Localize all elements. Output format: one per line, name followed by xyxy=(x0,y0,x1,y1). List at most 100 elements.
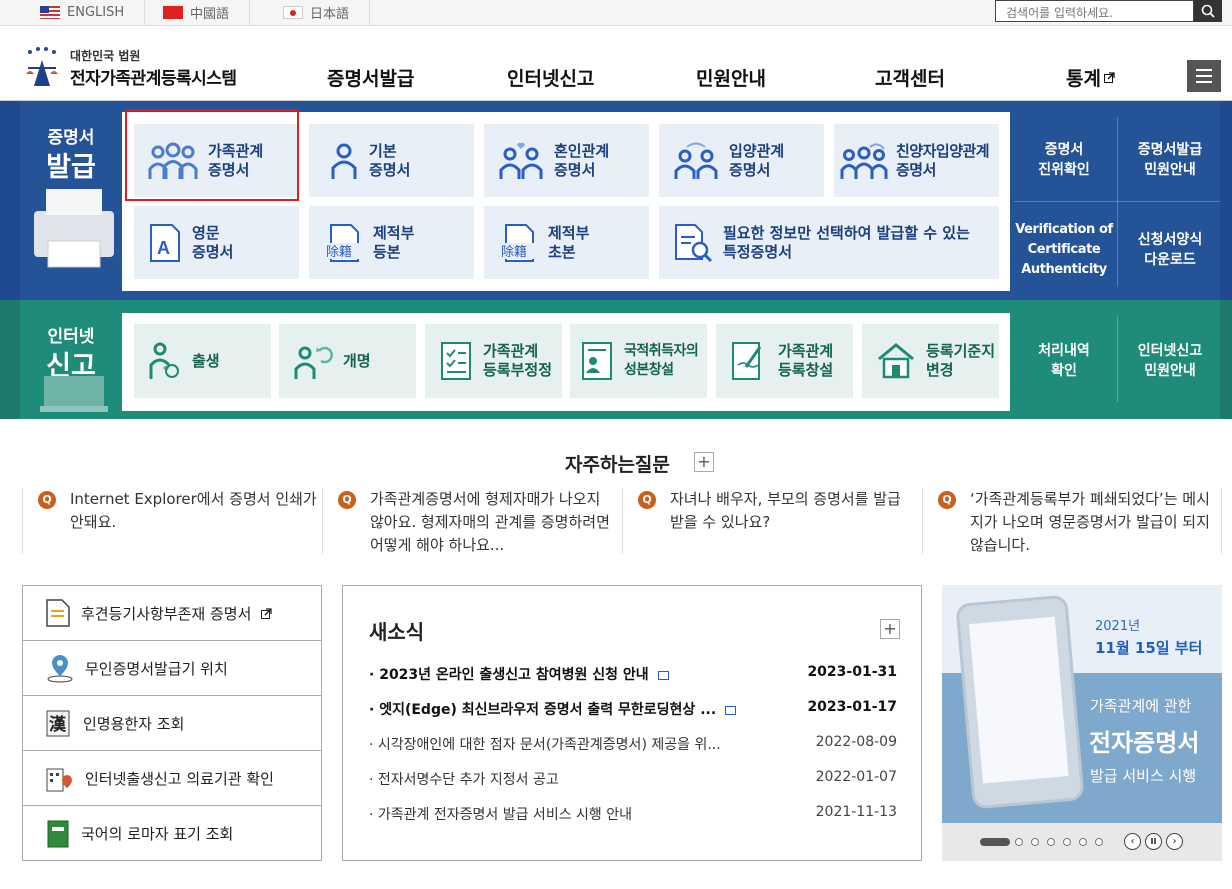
quick-link-label: 인터넷출생신고 의료기관 확인 xyxy=(85,769,274,788)
lang-english[interactable]: ENGLISH xyxy=(20,0,146,25)
tile-removed-register-copy[interactable]: 除籍 제적부 등본 xyxy=(309,206,474,279)
quick-link-romanization[interactable]: 국어의 로마자 표기 조회 xyxy=(23,806,321,861)
tile-birth[interactable]: 출생 xyxy=(134,324,271,398)
news-item[interactable]: · 2023년 온라인 출생신고 참여병원 신청 안내 2023-01-31 xyxy=(369,664,897,684)
news-item[interactable]: · 시각장애인에 대한 점자 문서(가족관계증명서) 제공을 위... 2022… xyxy=(369,734,897,754)
form-download-link[interactable]: 신청서양식 다운로드 xyxy=(1122,215,1218,285)
faq-more-button[interactable]: + xyxy=(694,452,714,472)
news-item-title: · 전자서명수단 추가 지정서 공고 xyxy=(369,772,559,788)
faq-item[interactable]: Q Internet Explorer에서 증명서 인쇄가 안돼요. xyxy=(38,488,318,534)
tile-register-creation[interactable]: 가족관계 등록창설 xyxy=(716,324,853,398)
tile-full-adoption-cert[interactable]: 친양자입양관계 증명서 xyxy=(834,124,999,197)
tile-label: 친양자입양관계 증명서 xyxy=(896,141,990,179)
gnb-cert[interactable]: 증명서발급 xyxy=(327,64,414,91)
tile-basic-cert[interactable]: 기본 증명서 xyxy=(309,124,474,197)
tile-naturalized-surname[interactable]: 국적취득자의 성본창설 xyxy=(570,324,707,398)
news-item-date: 2023-01-17 xyxy=(807,699,897,715)
tile-removed-register-extract[interactable]: 除籍 제적부 초본 xyxy=(484,206,649,279)
person-icon xyxy=(331,143,357,179)
lang-label: 日本語 xyxy=(310,7,350,22)
banner-line3: 발급 서비스 시행 xyxy=(1090,767,1197,785)
cert-civil-guide-link[interactable]: 증명서발급 민원안내 xyxy=(1122,125,1218,195)
rename-person-icon xyxy=(294,346,333,379)
court-emblem-icon xyxy=(26,47,58,86)
faq-text: 가족관계증명서에 형제자매가 나오지 않아요. 형제자매의 관계를 증명하려면 … xyxy=(370,490,610,554)
tile-specific-cert[interactable]: 필요한 정보만 선택하여 발급할 수 있는 특정증명서 xyxy=(659,206,999,279)
tile-label: 입양관계 증명서 xyxy=(729,141,785,179)
report-status-link[interactable]: 처리내역 확인 xyxy=(1016,324,1112,398)
banner-year: 2021년 xyxy=(1095,619,1141,634)
japan-flag-icon xyxy=(283,6,303,19)
news-item[interactable]: · 가족관계 전자증명서 발급 서비스 시행 안내 2021-11-13 xyxy=(369,804,897,824)
divider xyxy=(1014,201,1220,202)
tile-label: 국적취득자의 성본창설 xyxy=(624,343,699,378)
external-link-icon xyxy=(1103,72,1115,83)
pause-icon[interactable]: II xyxy=(1145,833,1162,850)
tile-register-correction[interactable]: 가족관계 등록부정정 xyxy=(425,324,562,398)
faq-text: ‘가족관계등록부가 폐쇄되었다’는 메시지가 나오며 영문증명서가 발급이 되지… xyxy=(970,490,1210,554)
lang-chinese[interactable]: 中國語 xyxy=(143,0,251,25)
lang-japanese[interactable]: 日本語 xyxy=(263,0,371,25)
slide-dot[interactable] xyxy=(1047,838,1055,846)
tile-base-change[interactable]: 등록기준지 변경 xyxy=(862,324,999,398)
divider xyxy=(1117,117,1118,287)
slide-dot[interactable] xyxy=(1015,838,1023,846)
site-logo[interactable]: 대한민국 법원 전자가족관계등록시스템 xyxy=(22,46,237,90)
gnb-customer[interactable]: 고객센터 xyxy=(875,64,945,91)
news-item[interactable]: · 전자서명수단 추가 지정서 공고 2022-01-07 xyxy=(369,769,897,789)
family-adoption-icon xyxy=(840,142,888,179)
report-section: 인터넷 신고 출생 개명 가족관계 등록부정정 국적취득자의 성본창설 가족관계… xyxy=(0,300,1232,419)
tile-label: 등록기준지 변경 xyxy=(926,342,996,379)
news-item-date: 2022-08-09 xyxy=(815,734,897,750)
svg-text:除籍: 除籍 xyxy=(326,244,352,260)
cert-title-big: 발급 xyxy=(46,152,96,183)
news-title-text: 시각장애인에 대한 점자 문서(가족관계증명서) 제공을 위... xyxy=(377,737,721,753)
gnb-stats[interactable]: 통계 xyxy=(1066,64,1115,91)
quick-link-label: 인명용한자 조회 xyxy=(83,714,185,733)
question-icon: Q xyxy=(38,491,56,509)
quick-link-guardianship[interactable]: 후견등기사항부존재 증명서 xyxy=(23,586,321,641)
tile-marriage-cert[interactable]: 혼인관계 증명서 xyxy=(484,124,649,197)
prev-slide-icon[interactable]: ‹ xyxy=(1124,833,1141,850)
tile-english-cert[interactable]: A 영문 증명서 xyxy=(134,206,299,279)
printer-icon xyxy=(34,189,114,268)
menu-button[interactable] xyxy=(1187,60,1221,92)
tile-adoption-cert[interactable]: 입양관계 증명서 xyxy=(659,124,824,197)
removed-register-icon: 除籍 xyxy=(325,223,361,262)
news-more-button[interactable]: + xyxy=(880,619,900,639)
divider xyxy=(322,488,323,554)
slide-indicator-active[interactable] xyxy=(980,838,1010,846)
quick-link-hospital[interactable]: 인터넷출생신고 의료기관 확인 xyxy=(23,751,321,806)
tile-label: 개명 xyxy=(343,351,371,370)
quick-link-label: 국어의 로마자 표기 조회 xyxy=(81,825,234,843)
divider xyxy=(1117,316,1118,402)
search-input[interactable]: 검색어를 입력하세요. xyxy=(995,0,1194,22)
next-slide-icon[interactable]: › xyxy=(1166,833,1183,850)
tile-label: 제적부 초본 xyxy=(548,223,590,261)
tile-rename[interactable]: 개명 xyxy=(279,324,416,398)
report-civil-guide-link[interactable]: 인터넷신고 민원안내 xyxy=(1122,324,1218,398)
promo-banner[interactable]: 2021년 11월 15일 부터 가족관계에 관한 전자증명서 발급 서비스 시… xyxy=(942,585,1222,861)
slide-dot[interactable] xyxy=(1095,838,1103,846)
tile-label: 가족관계 등록부정정 xyxy=(483,342,553,379)
news-item-title: · 시각장애인에 대한 점자 문서(가족관계증명서) 제공을 위... xyxy=(369,737,721,753)
slide-dot[interactable] xyxy=(1031,838,1039,846)
cert-verify-link[interactable]: 증명서 진위확인 xyxy=(1016,125,1112,195)
faq-item[interactable]: Q 가족관계증명서에 형제자매가 나오지 않아요. 형제자매의 관계를 증명하려면… xyxy=(338,488,618,557)
notice-icon xyxy=(657,670,669,680)
quick-link-hanja[interactable]: 漢 인명용한자 조회 xyxy=(23,696,321,751)
faq-item[interactable]: Q 자녀나 배우자, 부모의 증명서를 발급 받을 수 있나요? xyxy=(638,488,918,534)
search-button[interactable] xyxy=(1194,0,1222,22)
news-item-date: 2021-11-13 xyxy=(815,804,897,820)
gnb-report[interactable]: 인터넷신고 xyxy=(507,64,594,91)
news-item[interactable]: · 엣지(Edge) 최신브라우저 증명서 출력 무한로딩현상 ... 2023… xyxy=(369,699,897,719)
tile-label: 기본 증명서 xyxy=(369,141,411,179)
faq-item[interactable]: Q ‘가족관계등록부가 폐쇄되었다’는 메시지가 나오며 영문증명서가 발급이 되… xyxy=(938,488,1218,557)
gnb-civil[interactable]: 민원안내 xyxy=(696,64,766,91)
quick-link-kiosk[interactable]: 무인증명서발급기 위치 xyxy=(23,641,321,696)
tile-label: 혼인관계 증명서 xyxy=(554,141,610,179)
couple-heart-icon xyxy=(499,142,543,179)
slide-dot[interactable] xyxy=(1063,838,1071,846)
slide-dot[interactable] xyxy=(1079,838,1087,846)
verification-link[interactable]: Verification of Certificate Authenticity xyxy=(1014,215,1114,285)
